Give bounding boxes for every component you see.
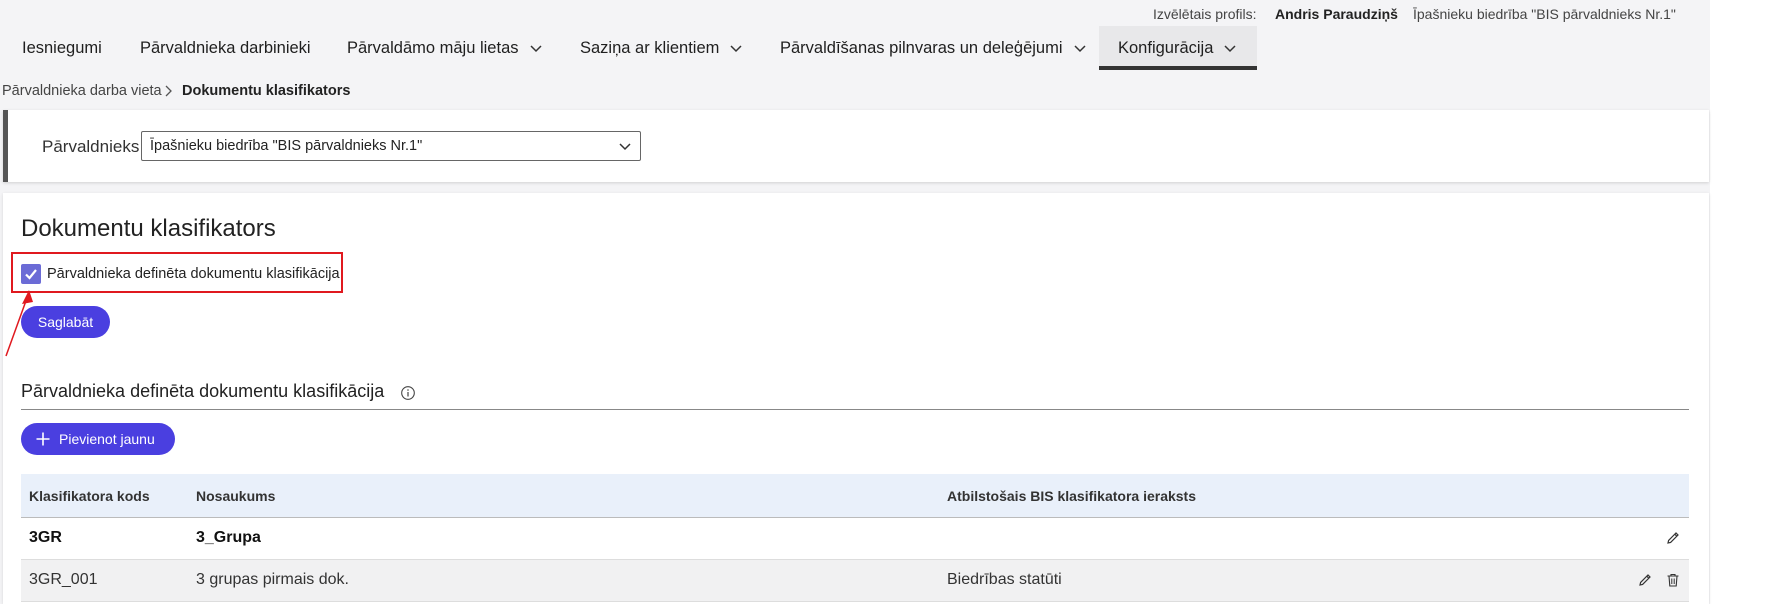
section-title: Pārvaldnieka definēta dokumentu klasifik…: [21, 381, 385, 401]
manager-select-value: Īpašnieku biedrība "BIS pārvaldnieks Nr.…: [150, 138, 423, 154]
breadcrumb-parent[interactable]: Pārvaldnieka darba vieta: [2, 83, 162, 99]
pencil-icon[interactable]: [1637, 572, 1653, 588]
checkbox-label[interactable]: Pārvaldnieka definēta dokumentu klasifik…: [47, 266, 340, 282]
page-title: Dokumentu klasifikators: [21, 215, 276, 242]
chevron-right-icon: [165, 85, 172, 97]
chevron-down-icon: [1224, 45, 1236, 53]
profile-organization[interactable]: Īpašnieku biedrība "BIS pārvaldnieks Nr.…: [1413, 6, 1676, 22]
nav-item-pilnvaras[interactable]: Pārvaldīšanas pilnvaras un deleģējumi: [780, 26, 1088, 70]
profile-label: Izvēlētais profils:: [1153, 6, 1257, 22]
nav-item-label: Konfigurācija: [1118, 38, 1214, 57]
row-name: 3_Grupa: [196, 529, 261, 546]
nav-item-sazina[interactable]: Saziņa ar klientiem: [580, 26, 744, 70]
nav-item-iesniegumi[interactable]: Iesniegumi: [22, 26, 102, 70]
nav-item-label: Pārvaldīšanas pilnvaras un deleģējumi: [780, 38, 1063, 57]
column-header-name[interactable]: Nosaukums: [196, 488, 275, 504]
add-new-label: Pievienot jaunu: [59, 431, 155, 447]
main-nav: Iesniegumi Pārvaldnieka darbinieki Pārva…: [0, 26, 1710, 70]
nav-item-label: Pārvaldāmo māju lietas: [347, 38, 519, 57]
profile-bar: Izvēlētais profils: Andris Paraudziņš Īp…: [0, 0, 1710, 26]
row-code: 3GR_001: [29, 571, 98, 588]
nav-item-label: Iesniegumi: [22, 38, 102, 57]
pencil-icon[interactable]: [1665, 530, 1681, 546]
info-icon[interactable]: [400, 385, 416, 401]
breadcrumb-current: Dokumentu klasifikators: [182, 83, 351, 99]
plus-icon: [36, 432, 50, 446]
table-row: 3GR_001 3 grupas pirmais dok. Biedrības …: [21, 560, 1689, 602]
chevron-down-icon: [529, 45, 542, 53]
chevron-down-icon: [1073, 45, 1086, 53]
table-row: 3GR 3_Grupa: [21, 518, 1689, 560]
row-bis: Biedrības statūti: [947, 571, 1062, 588]
chevron-down-icon: [619, 143, 631, 151]
manager-label: Pārvaldnieks: [42, 137, 140, 156]
row-name: 3 grupas pirmais dok.: [196, 571, 349, 588]
add-new-button[interactable]: Pievienot jaunu: [21, 423, 175, 455]
profile-user[interactable]: Andris Paraudziņš: [1275, 6, 1398, 22]
nav-item-maju-lietas[interactable]: Pārvaldāmo māju lietas: [347, 26, 544, 70]
nav-item-label: Saziņa ar klientiem: [580, 38, 720, 57]
nav-item-label: Pārvaldnieka darbinieki: [140, 38, 311, 57]
right-gutter: [1710, 0, 1788, 70]
section-divider: [21, 409, 1689, 410]
row-code: 3GR: [29, 529, 62, 546]
manager-select[interactable]: Īpašnieku biedrība "BIS pārvaldnieks Nr.…: [141, 131, 641, 161]
save-button[interactable]: Saglabāt: [21, 306, 110, 338]
save-button-label: Saglabāt: [37, 314, 94, 330]
column-header-bis[interactable]: Atbilstošais BIS klasifikatora ieraksts: [947, 488, 1196, 504]
column-header-code[interactable]: Klasifikatora kods: [29, 488, 150, 504]
nav-item-konfiguracija[interactable]: Konfigurācija: [1099, 26, 1257, 70]
nav-item-darbinieki[interactable]: Pārvaldnieka darbinieki: [140, 26, 311, 70]
trash-icon[interactable]: [1665, 572, 1681, 588]
chevron-down-icon: [730, 45, 742, 53]
